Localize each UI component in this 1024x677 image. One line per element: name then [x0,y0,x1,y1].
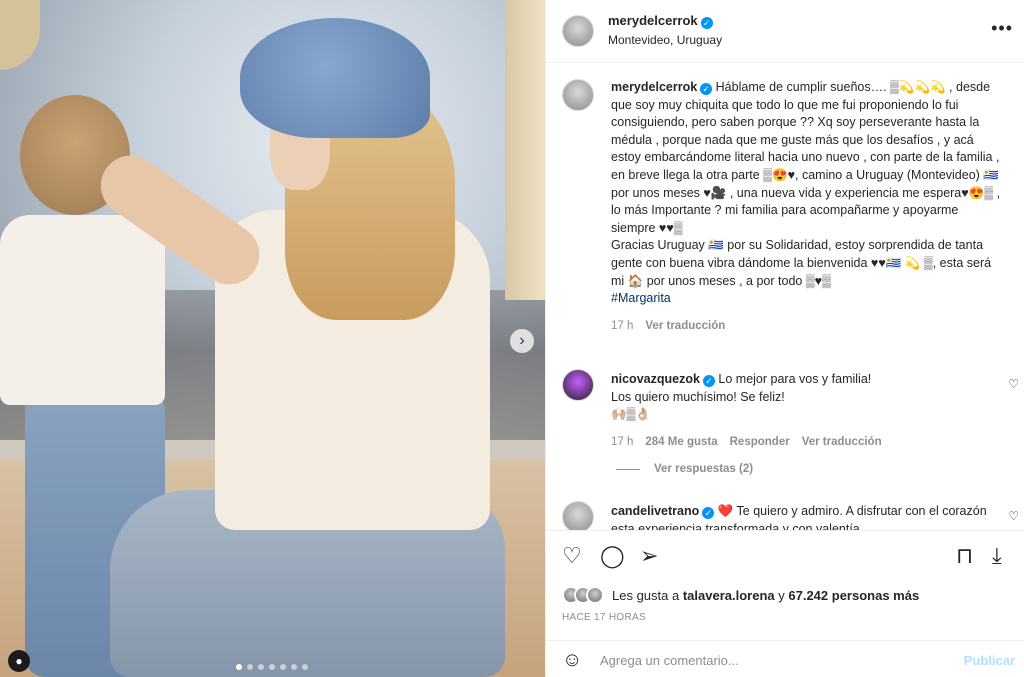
avatar [586,586,604,604]
location-link[interactable]: Montevideo, Uruguay [608,33,722,47]
instagram-post-view: › ● merydelcerrok ✓ Montevideo, Uruguay •… [0,0,1024,677]
caption-time[interactable]: 17 h [611,318,633,336]
carousel-dots [236,664,308,670]
download-icon[interactable]: ⤓ [992,545,1002,567]
avatar[interactable] [562,79,594,111]
post-side-panel: merydelcerrok ✓ Montevideo, Uruguay ••• m… [545,0,1024,677]
action-bar: ♡ ◯ ➢ ⊓ ⤓ [546,530,1024,585]
header-user-block: merydelcerrok ✓ Montevideo, Uruguay [608,13,722,47]
verified-badge-icon: ✓ [700,17,713,29]
add-comment-bar: ☺ Publicar [546,640,1024,677]
comment-text-3: 🙌🏼▒👌🏼 [611,407,651,422]
heart-icon[interactable]: ♡ [1008,509,1019,523]
smiley-icon[interactable]: ☺ [562,649,582,672]
carousel-dot [302,664,308,670]
carousel-dot [258,664,264,670]
post-timestamp[interactable]: HACE 17 HORAS [562,612,646,623]
comment-meta: 17 h 284 Me gusta Responder Ver traducci… [611,434,991,452]
carousel-dot [291,664,297,670]
comment-likes[interactable]: 284 Me gusta [645,434,717,452]
caption-username[interactable]: merydelcerrok [611,80,697,94]
comment-username[interactable]: nicovazquezok [611,372,700,386]
tagged-users-button[interactable]: ● [8,650,30,672]
heart-icon[interactable]: ♡ [562,545,582,567]
comments-section[interactable]: merydelcerrok ✓ Háblame de cumplir sueños… [546,63,1024,530]
carousel-dot [280,664,286,670]
comment: candelivetrano ✓ ❤️ Te quiero y admiro. A… [611,503,991,530]
verified-badge-icon: ✓ [700,83,713,95]
caption-meta: 17 h Ver traducción [611,318,1006,336]
likes-summary[interactable]: Les gusta a talavera.lorena y 67.242 per… [562,586,919,604]
avatar[interactable] [562,369,594,401]
caption: merydelcerrok ✓ Háblame de cumplir sueños… [611,79,1006,335]
likes-connector: y [778,587,785,603]
carousel-dot [247,664,253,670]
likes-count-link[interactable]: 67.242 personas más [788,588,919,603]
chevron-right-icon: › [519,332,525,349]
header-username[interactable]: merydelcerrok [608,13,698,28]
likes-user-link[interactable]: talavera.lorena [683,588,775,603]
caption-translate-link[interactable]: Ver traducción [645,318,725,336]
comment: nicovazquezok ✓ Lo mejor para vos y famil… [611,371,991,451]
user-icon: ● [15,654,23,668]
more-horizontal-icon[interactable]: ••• [991,18,1013,39]
verified-badge-icon: ✓ [702,375,715,387]
comment-time[interactable]: 17 h [611,434,633,452]
verified-badge-icon: ✓ [702,507,715,519]
comment-input[interactable] [600,649,940,671]
avatar[interactable] [562,15,594,47]
carousel-dot [236,664,242,670]
view-replies-button[interactable]: Ver respuestas (2) [616,463,753,475]
caption-text: Háblame de cumplir sueños…. ▒💫💫💫 , desde… [611,80,1001,235]
carousel-dot [269,664,275,670]
comment-text-2: Los quiero muchísimo! Se feliz! [611,389,785,404]
bookmark-icon[interactable]: ⊓ [956,545,973,567]
curtain [505,0,545,300]
view-replies-label: Ver respuestas (2) [654,463,754,475]
share-icon[interactable]: ➢ [640,545,658,567]
carousel-next-button[interactable]: › [510,329,534,353]
child-shirt [0,215,165,405]
post-header: merydelcerrok ✓ Montevideo, Uruguay ••• [546,0,1024,63]
comment-icon[interactable]: ◯ [600,545,625,567]
caption-text-2: Gracias Uruguay 🇺🇾 por su Solidaridad, e… [611,238,992,288]
reply-link[interactable]: Responder [730,434,790,452]
comment-username[interactable]: candelivetrano [611,504,699,518]
post-photo: › ● [0,0,545,677]
woman-cap [240,18,430,138]
avatar[interactable] [562,501,594,530]
likes-text: Les gusta a talavera.lorena y 67.242 per… [612,588,919,603]
heart-icon[interactable]: ♡ [1008,377,1019,391]
likes-prefix: Les gusta a [612,587,680,603]
publish-button[interactable]: Publicar [964,653,1015,668]
comment-text: Lo mejor para vos y familia! [718,372,872,386]
comment-translate-link[interactable]: Ver traducción [802,434,882,452]
divider-line [616,468,640,470]
hashtag-link[interactable]: #Margarita [611,291,671,305]
